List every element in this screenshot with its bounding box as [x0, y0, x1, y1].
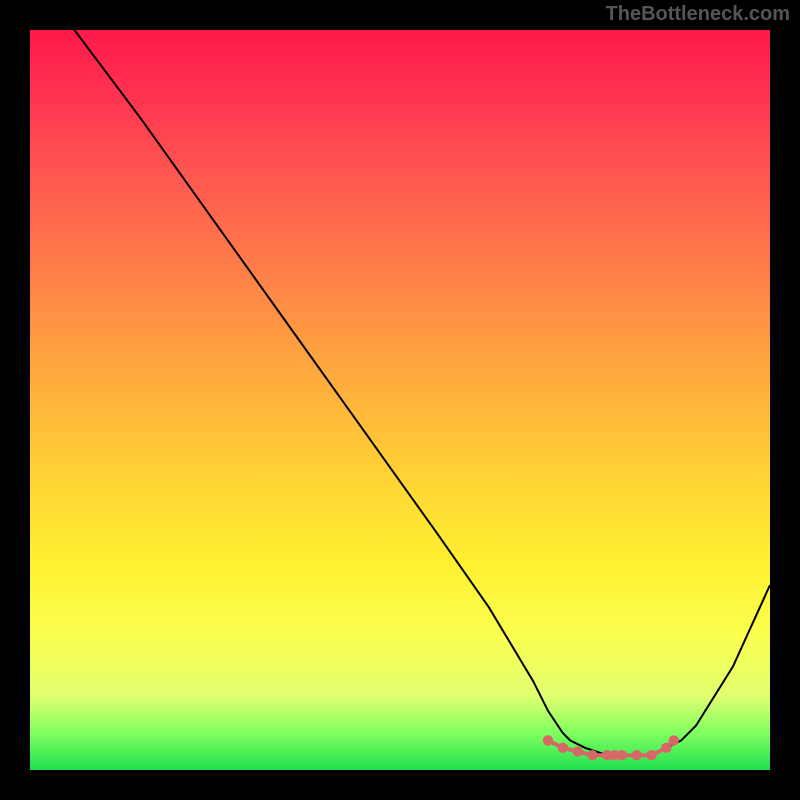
marker-point [646, 750, 656, 760]
marker-point [632, 750, 642, 760]
chart-svg [30, 30, 770, 770]
marker-point [617, 750, 627, 760]
marker-point [661, 743, 671, 753]
marker-point [572, 746, 582, 756]
curve-line [30, 30, 770, 755]
chart-plot-area [30, 30, 770, 770]
marker-point [558, 743, 568, 753]
marker-point [669, 735, 679, 745]
marker-point [543, 735, 553, 745]
marker-group [543, 735, 679, 760]
attribution-text: TheBottleneck.com [606, 3, 790, 26]
marker-point [587, 750, 597, 760]
